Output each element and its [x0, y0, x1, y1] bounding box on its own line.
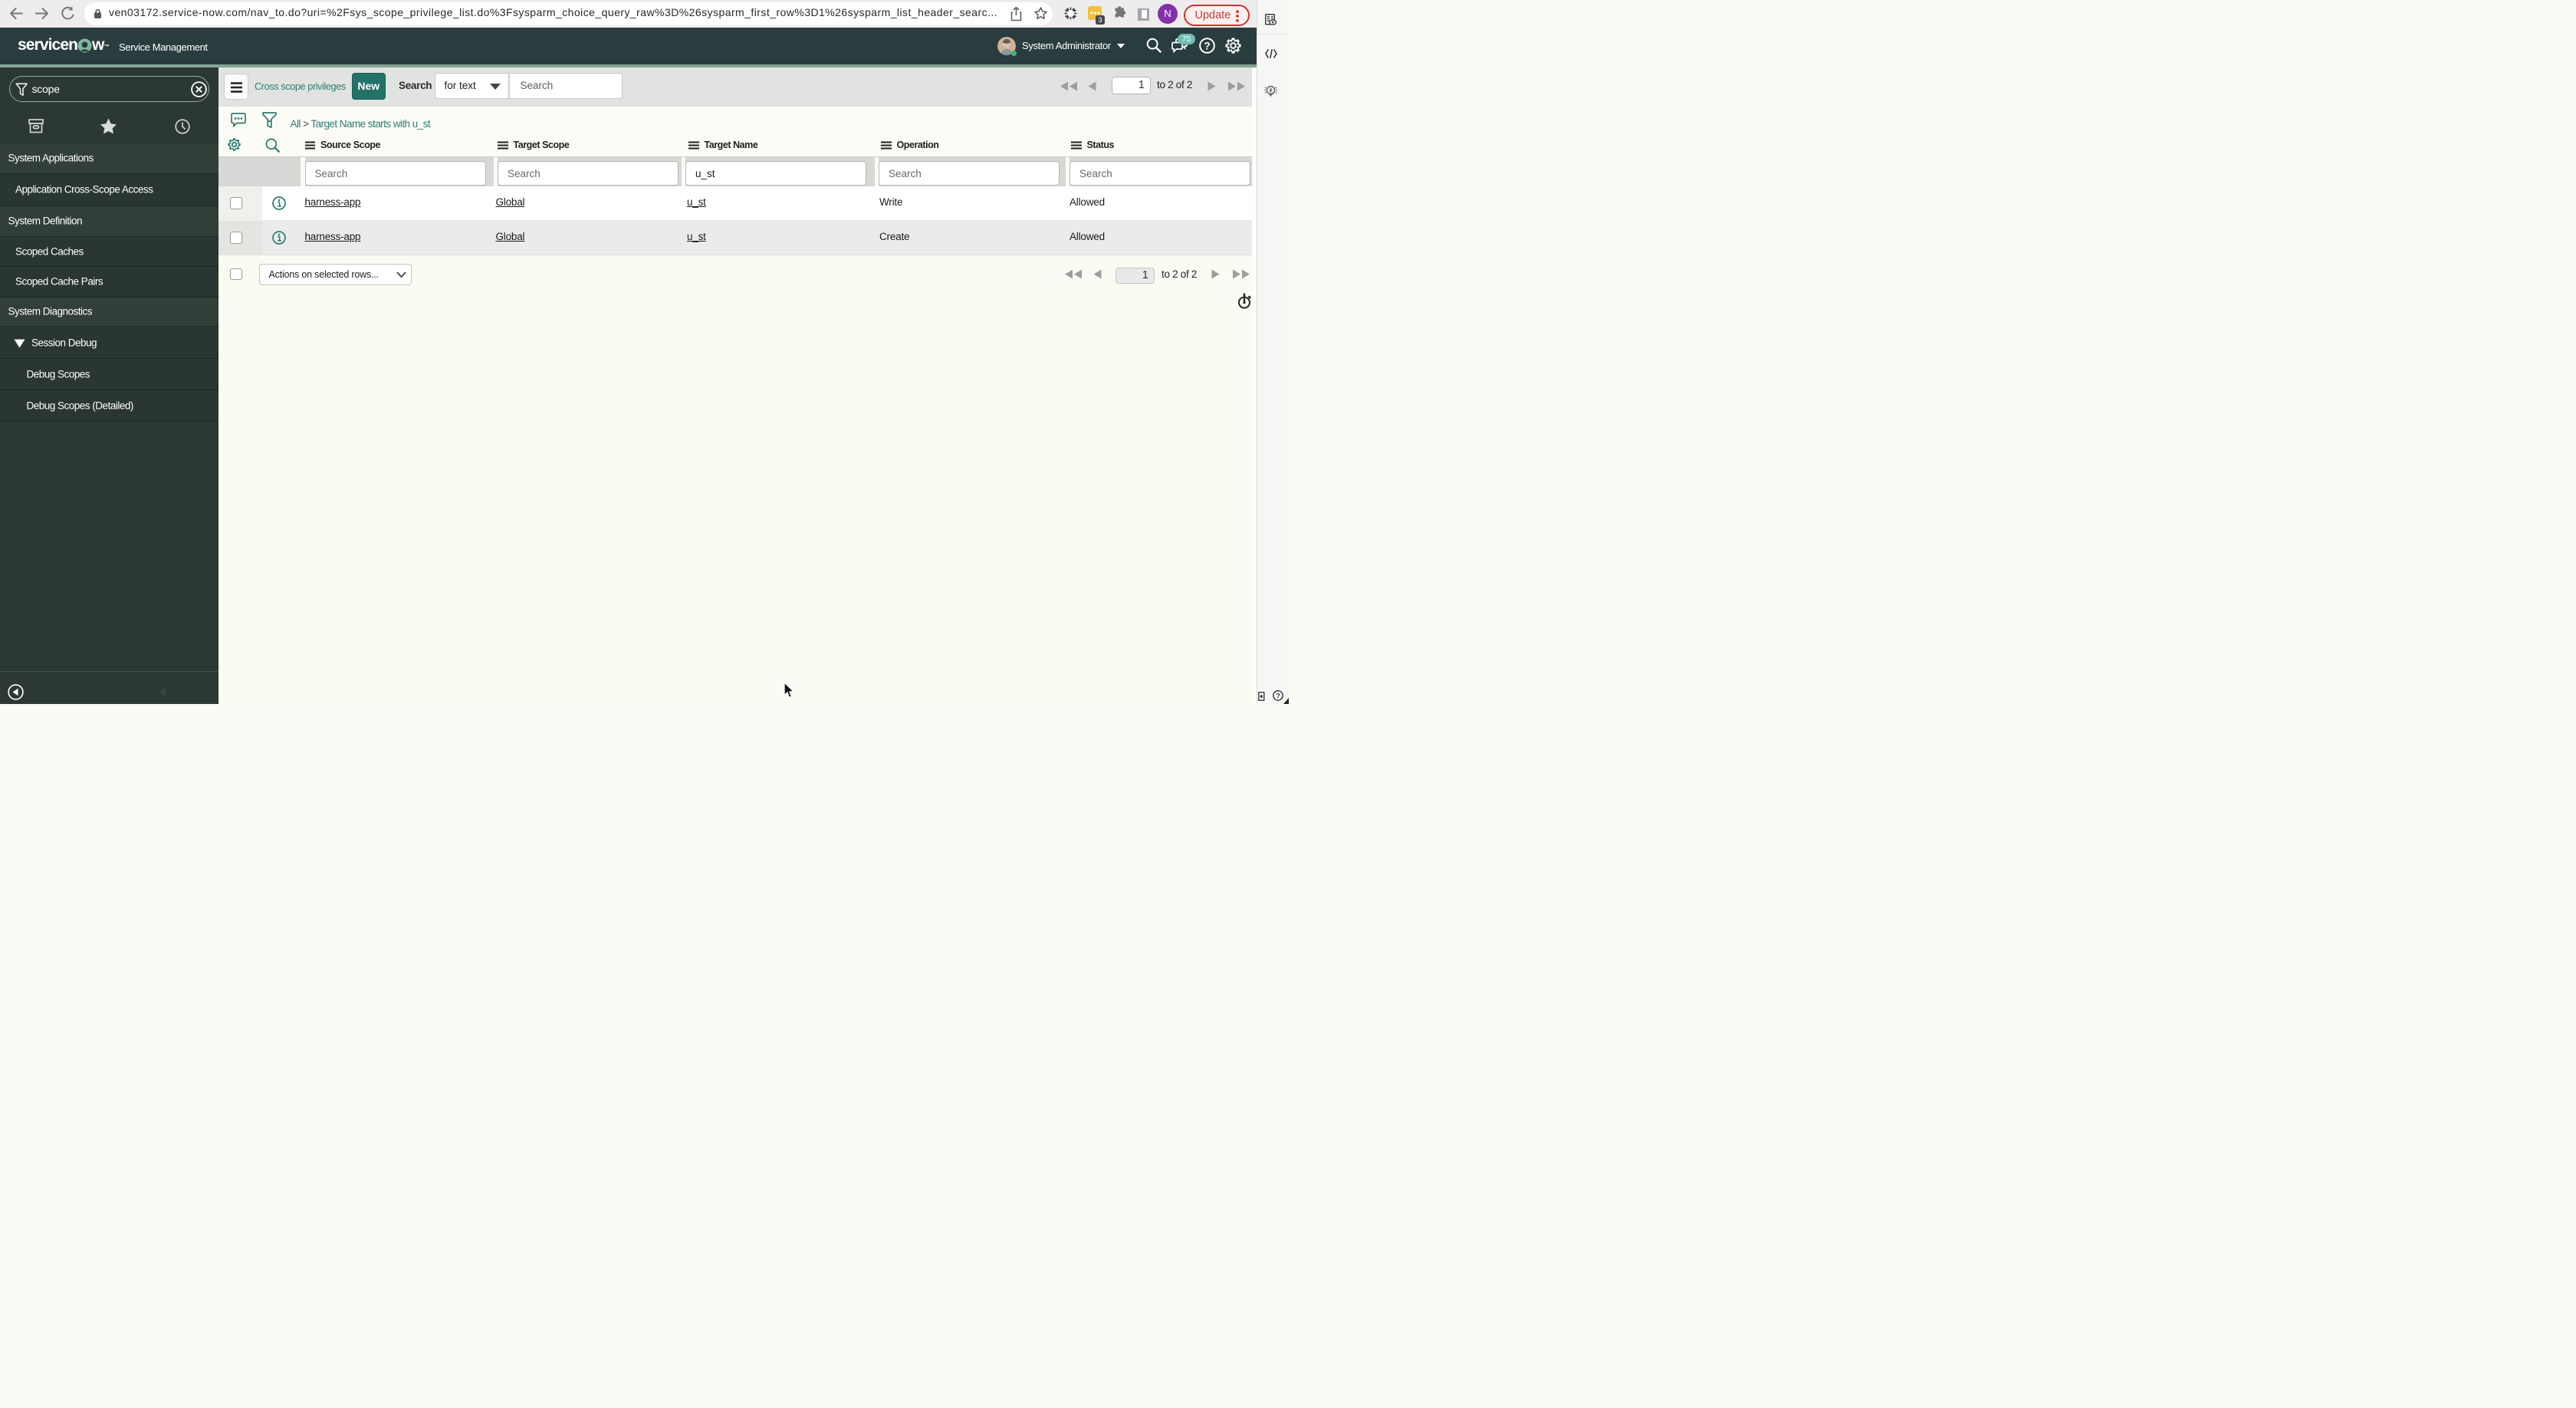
svg-text:?: ?	[1276, 692, 1280, 700]
svg-text:?: ?	[1204, 40, 1210, 51]
